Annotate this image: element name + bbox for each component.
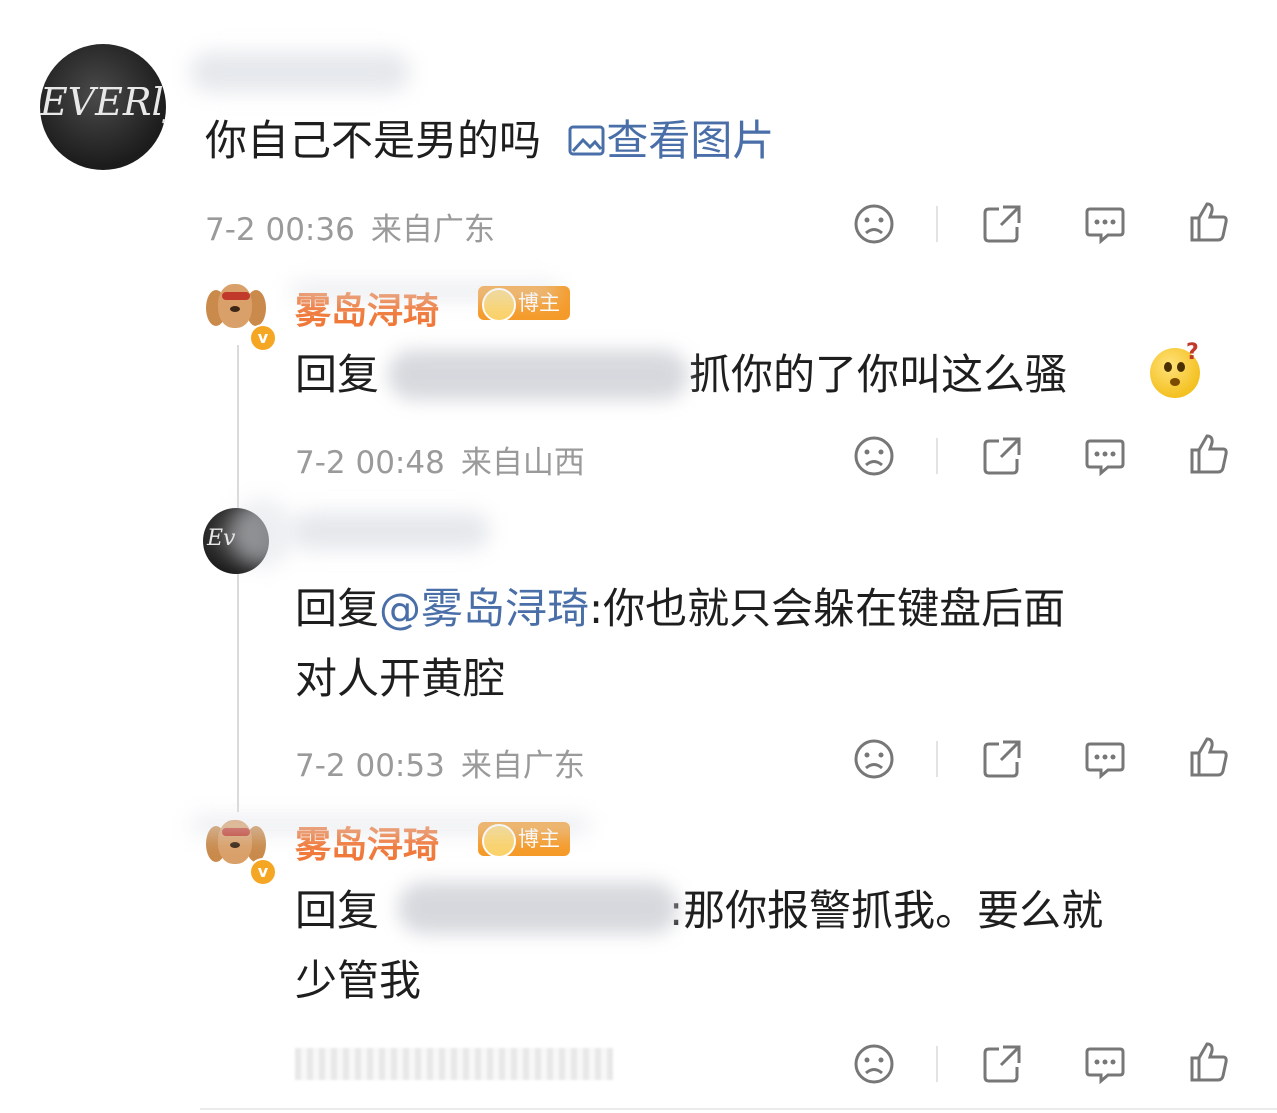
divider xyxy=(936,741,938,777)
reply-text-line2: 少管我 xyxy=(295,956,422,1005)
username-redacted xyxy=(190,52,410,92)
comment-meta: 7-2 00:53 来自广东 xyxy=(295,740,601,785)
avatar-redacted xyxy=(232,498,292,568)
name-scribble xyxy=(290,282,560,300)
mention-redacted xyxy=(388,350,688,400)
share-icon[interactable] xyxy=(981,203,1023,245)
location: 来自山西 xyxy=(460,445,585,481)
timestamp: 7-2 00:53 xyxy=(295,748,445,784)
confused-emoji: ? xyxy=(1150,340,1200,398)
comment-meta: 7-2 00:36 来自广东 xyxy=(205,204,511,249)
separator xyxy=(200,1108,1277,1110)
comment-icon[interactable] xyxy=(1084,435,1126,477)
divider xyxy=(936,206,938,242)
mention-link[interactable]: @雾岛浔琦 xyxy=(379,584,589,633)
mention-redacted xyxy=(398,882,678,934)
comment-icon[interactable] xyxy=(1084,738,1126,780)
verified-badge: v xyxy=(249,858,277,886)
location: 来自广东 xyxy=(370,212,495,248)
dislike-icon[interactable] xyxy=(853,435,895,477)
dislike-icon[interactable] xyxy=(853,203,895,245)
reply-text-line2: 对人开黄腔 xyxy=(295,654,506,703)
like-icon[interactable] xyxy=(1188,1041,1230,1083)
view-image-link[interactable]: 查看图片 xyxy=(554,116,774,165)
avatar-script: EVERly xyxy=(40,80,166,124)
timestamp: 7-2 00:48 xyxy=(295,445,445,481)
comment-meta: 7-2 00:48 来自山西 xyxy=(295,437,601,482)
timestamp: 7-2 00:36 xyxy=(205,212,355,248)
meta-redacted xyxy=(295,1048,613,1080)
comment-icon[interactable] xyxy=(1084,203,1126,245)
avatar[interactable]: EVERly xyxy=(40,44,166,170)
divider xyxy=(936,438,938,474)
dislike-icon[interactable] xyxy=(853,738,895,780)
thread-line xyxy=(237,345,239,820)
image-icon xyxy=(568,125,605,156)
name-scribble xyxy=(190,816,590,834)
divider xyxy=(936,1046,938,1082)
reply-text: 回复@雾岛浔琦:你也就只会躲在键盘后面 xyxy=(295,584,1066,633)
dislike-icon[interactable] xyxy=(853,1043,895,1085)
share-icon[interactable] xyxy=(981,1043,1023,1085)
comment-text: 你自己不是男的吗 查看图片 xyxy=(205,116,775,165)
comment-icon[interactable] xyxy=(1084,1043,1126,1085)
like-icon[interactable] xyxy=(1188,736,1230,778)
like-icon[interactable] xyxy=(1188,433,1230,475)
like-icon[interactable] xyxy=(1188,201,1230,243)
share-icon[interactable] xyxy=(981,738,1023,780)
share-icon[interactable] xyxy=(981,435,1023,477)
verified-badge: v xyxy=(249,324,277,352)
username-redacted xyxy=(290,512,490,550)
location: 来自广东 xyxy=(460,748,585,784)
